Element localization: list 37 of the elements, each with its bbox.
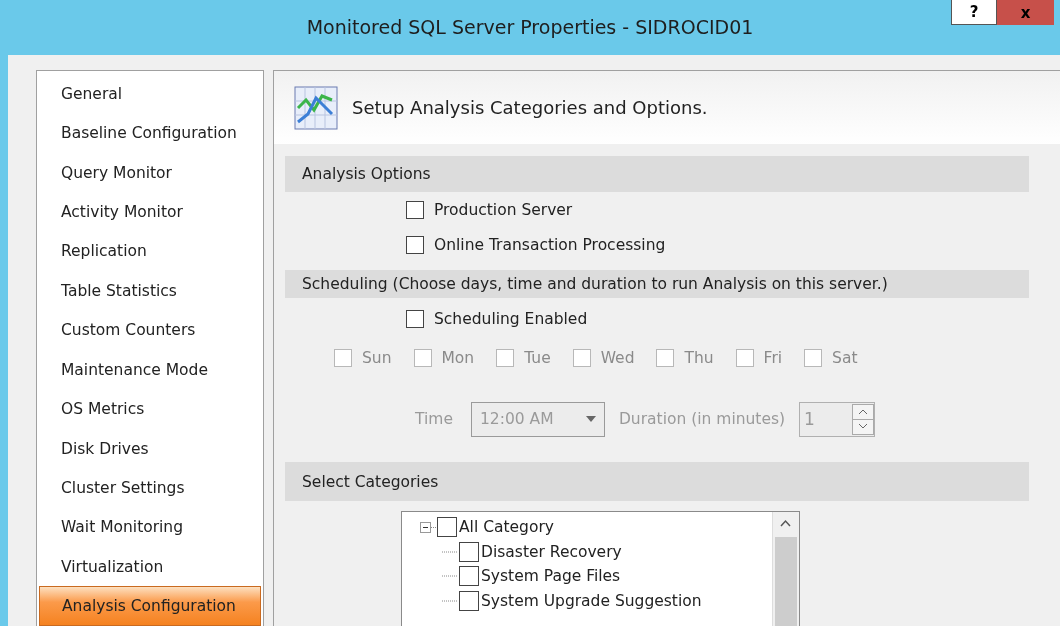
sidebar-item[interactable]: Wait Monitoring [39, 507, 261, 548]
collapse-icon[interactable] [420, 521, 436, 533]
checkbox[interactable]: Production Server [406, 200, 573, 219]
sidebar-item[interactable]: General [39, 74, 261, 114]
sidebar-item[interactable]: Baseline Configuration [39, 113, 261, 153]
sidebar-item[interactable]: Activity Monitor [39, 192, 261, 232]
line-chart-icon [294, 85, 338, 130]
sidebar-item[interactable]: Virtualization [39, 547, 261, 587]
tree-item[interactable]: System Page Files [459, 566, 621, 587]
sidebar-item[interactable]: Maintenance Mode [39, 349, 261, 390]
help-button[interactable]: ? [951, 0, 997, 25]
tree-connector-icon [442, 599, 458, 602]
sidebar-item[interactable]: Analysis Configuration [39, 586, 261, 626]
sidebar-item[interactable]: Replication [39, 231, 261, 272]
tree-item[interactable]: All Category [437, 517, 554, 538]
sidebar-item[interactable]: OS Metrics [39, 389, 261, 429]
caret-icon [585, 416, 596, 422]
tree-item[interactable]: Disaster Recovery [459, 541, 622, 562]
tree-item[interactable]: System Upgrade Suggestion [459, 590, 702, 611]
scrollbar[interactable] [772, 512, 799, 626]
sidebar-item[interactable]: Custom Counters [39, 310, 261, 350]
sidebar-item[interactable]: Table Statistics [39, 271, 261, 311]
spin-arrows-icon [852, 403, 875, 435]
window-title: Monitored SQL Server Properties - SIDROCID01 [305, 16, 755, 38]
close-button[interactable]: x [997, 0, 1054, 25]
duration-label: Duration (in minutes) [618, 410, 786, 428]
tree-connector-icon [442, 575, 458, 578]
section-header: Select Categories [285, 462, 1029, 501]
tree-connector-icon [442, 550, 458, 553]
sidebar-item[interactable]: Query Monitor [39, 152, 261, 193]
section-header: Analysis Options [285, 156, 1029, 192]
section-header: Scheduling (Choose days, time and duration to run Analysis on this server.) [285, 270, 1029, 298]
sidebar-item[interactable]: Cluster Settings [39, 468, 261, 508]
page-title: Setup Analysis Categories and Options. [352, 97, 708, 118]
time-label: Time [415, 410, 453, 428]
sidebar-item[interactable]: Disk Drives [39, 428, 261, 469]
checkbox[interactable]: Online Transaction Processing [406, 235, 666, 254]
